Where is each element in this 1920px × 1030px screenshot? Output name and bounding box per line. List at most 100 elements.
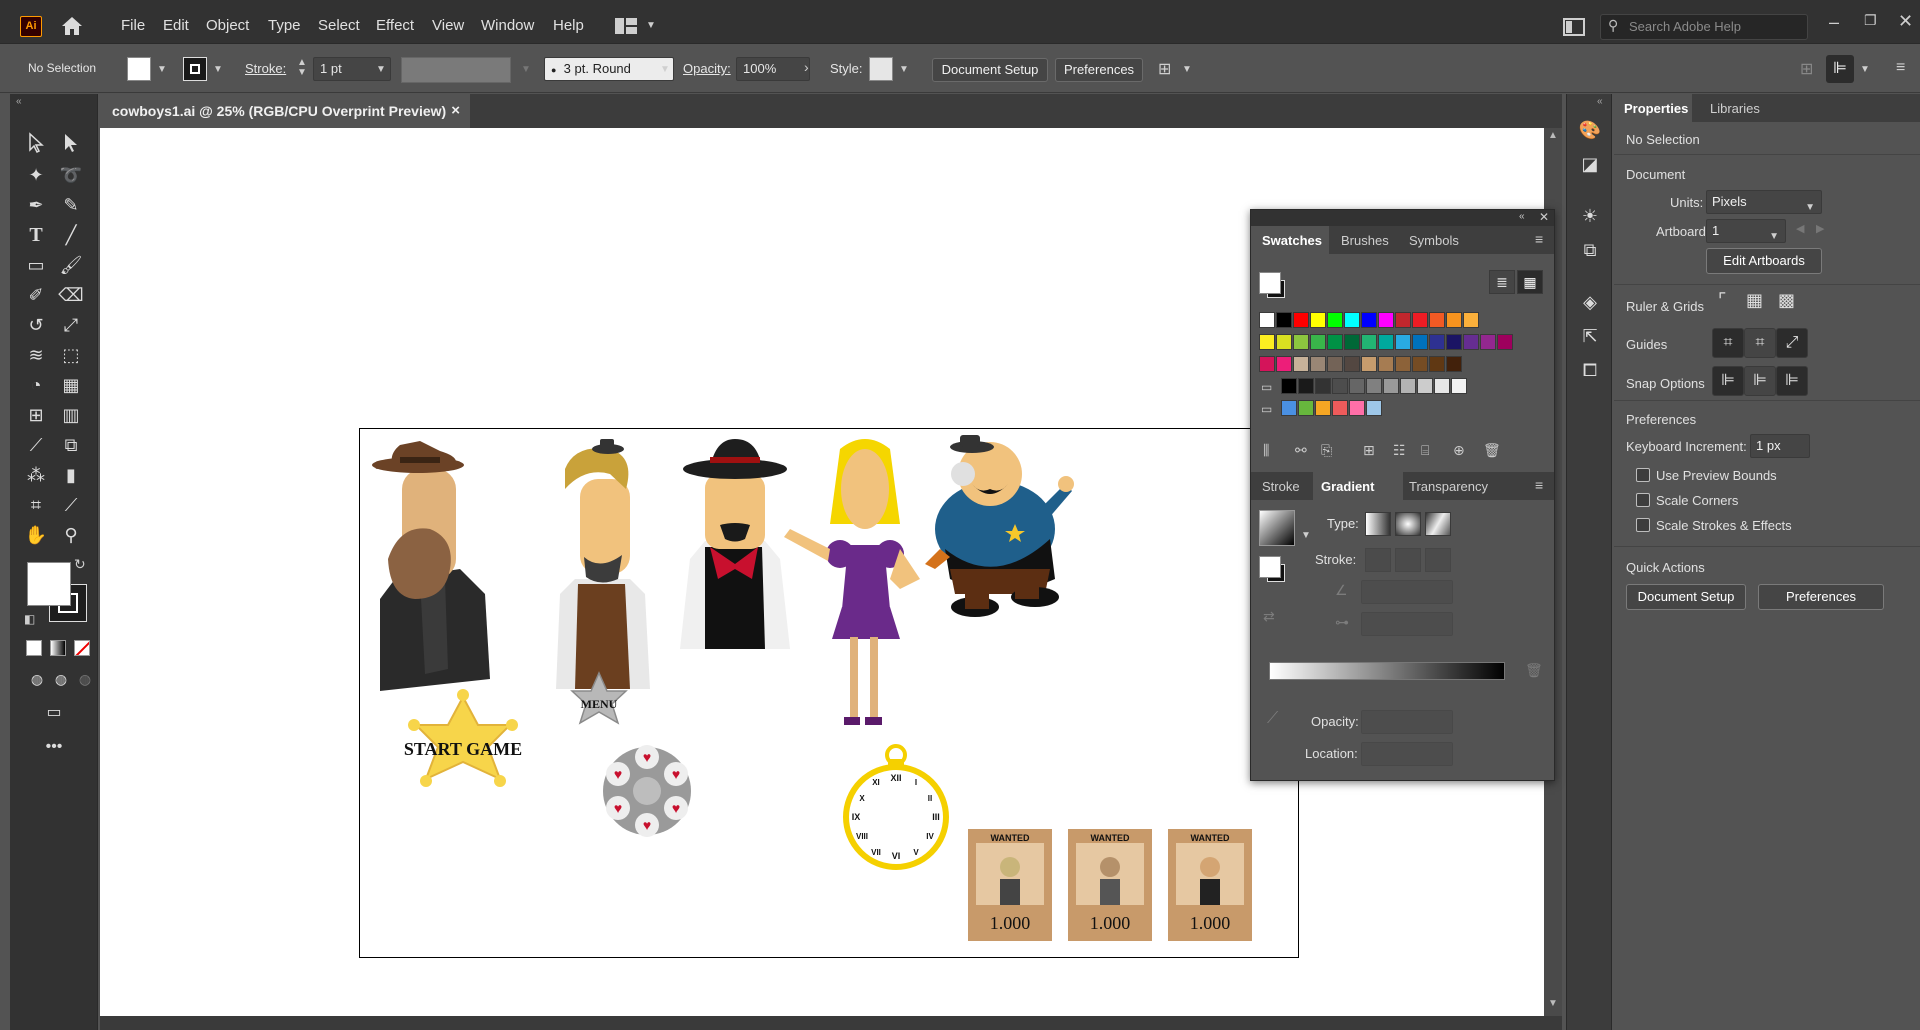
properties-toggle-icon[interactable]: ⊫ [1826,55,1854,83]
swap-colors-icon[interactable]: ↻ [74,556,86,573]
quick-document-setup-button[interactable]: Document Setup [1626,584,1746,610]
export-icon[interactable]: ⇱ [1578,324,1602,348]
scale-tool-icon[interactable]: ⤢ [58,312,84,338]
search-help-input[interactable]: Search Adobe Help [1600,14,1808,40]
collapse-toolbar-icon[interactable]: « [16,96,22,107]
profile-chevron-icon[interactable]: ▼ [521,64,531,75]
swatch[interactable] [1378,334,1394,350]
swatch[interactable] [1344,312,1360,328]
close-tab-icon[interactable]: × [451,94,460,128]
swatch[interactable] [1293,334,1309,350]
swatch[interactable] [1259,334,1275,350]
snap-to-pixel-icon[interactable]: ⊫ [1776,366,1808,396]
tab-transparency[interactable]: Transparency [1409,479,1488,494]
close-panel-icon[interactable]: ✕ [1539,210,1549,224]
slice-tool-icon[interactable]: ⟋ [58,492,84,518]
tab-gradient[interactable]: Gradient [1321,479,1374,494]
aspect-ratio-field[interactable] [1361,612,1453,636]
scale-corners-checkbox[interactable] [1636,493,1650,507]
rulers-icon[interactable]: ⌜ [1718,290,1726,311]
units-select[interactable]: Pixels ▼ [1706,190,1822,214]
swatch[interactable] [1276,334,1292,350]
rotate-tool-icon[interactable]: ↺ [23,312,49,338]
swatch[interactable] [1378,356,1394,372]
tab-properties[interactable]: Properties [1624,101,1688,116]
guides-lock-icon[interactable]: ⌗ [1744,328,1776,358]
use-preview-bounds-checkbox[interactable] [1636,468,1650,482]
align-grid-icon[interactable]: ⊞ [1800,59,1813,79]
swatch[interactable] [1310,334,1326,350]
stroke-within-button[interactable] [1365,548,1391,572]
swatch[interactable] [1349,400,1365,416]
style-chevron-icon[interactable]: ▼ [899,64,909,75]
panel-titlebar[interactable]: « ✕ [1251,210,1554,226]
expand-dock-icon[interactable]: « [1597,96,1603,107]
swatch[interactable] [1344,356,1360,372]
swatch[interactable] [1383,378,1399,394]
angle-field[interactable] [1361,580,1453,604]
opacity-label[interactable]: Opacity: [683,61,731,76]
direct-selection-tool-icon[interactable] [58,132,84,158]
swatch[interactable] [1361,356,1377,372]
reverse-gradient-icon[interactable]: ⇄ [1263,608,1275,625]
swatch[interactable] [1412,356,1428,372]
swatch-options-icon[interactable]: ⎘ [1321,442,1332,459]
more-tools-icon[interactable]: ••• [41,734,67,760]
chevron-right-icon[interactable]: › [804,59,809,75]
close-window-icon[interactable]: ✕ [1898,11,1913,32]
edit-artboards-button[interactable]: Edit Artboards [1706,248,1822,274]
draw-normal-icon[interactable]: ◍ [24,666,50,692]
new-color-group-icon[interactable]: ⊞ [1363,442,1375,459]
swatch[interactable] [1281,400,1297,416]
swatch[interactable] [1293,356,1309,372]
swatch[interactable] [1259,312,1275,328]
stroke-stepper-icon[interactable]: ▲ ▼ [297,58,307,78]
new-swatch-icon[interactable]: ⊕ [1453,442,1465,459]
lasso-tool-icon[interactable]: ➰ [58,162,84,188]
swatch[interactable] [1434,378,1450,394]
warp-tool-icon[interactable]: ≋ [23,342,49,368]
variable-width-profile[interactable] [401,57,511,83]
panel-toggle-icon[interactable] [1563,18,1585,36]
swatch[interactable] [1480,334,1496,350]
color-mode-icon[interactable] [26,640,42,656]
fill-swatch[interactable] [127,57,151,81]
fill-chevron-icon[interactable]: ▼ [157,64,167,75]
grid-icon[interactable]: ▦ [1746,290,1763,311]
swatch[interactable] [1395,334,1411,350]
tab-swatches[interactable]: Swatches [1262,233,1322,248]
swatch[interactable] [1327,312,1343,328]
gradient-location-field[interactable] [1361,742,1453,766]
curvature-tool-icon[interactable]: ✎ [58,192,84,218]
artboard-tool-icon[interactable]: ⌗ [23,492,49,518]
zoom-tool-icon[interactable]: ⚲ [58,522,84,548]
arrange-chevron-icon[interactable]: ▼ [1182,64,1192,75]
freeform-gradient-button[interactable] [1425,512,1451,536]
swatch[interactable] [1361,312,1377,328]
preferences-button[interactable]: Preferences [1055,58,1143,82]
color-group-folder-icon[interactable]: ▭ [1261,380,1272,394]
tab-brushes[interactable]: Brushes [1341,233,1389,248]
brush-definition-field[interactable]: ● 3 pt. Round [544,57,674,81]
swatch[interactable] [1310,312,1326,328]
stroke-chevron-icon[interactable]: ▼ [213,64,223,75]
list-view-icon[interactable]: ≣ [1489,270,1515,294]
delete-stop-icon[interactable]: 🗑 [1525,662,1543,679]
swatch[interactable] [1276,312,1292,328]
appearance-icon[interactable]: ☀ [1578,204,1602,228]
stroke-weight-chevron-icon[interactable]: ▼ [376,64,386,75]
shape-builder-tool-icon[interactable]: ◔ [23,372,49,398]
swatch[interactable] [1429,312,1445,328]
swatch[interactable] [1412,312,1428,328]
swatch[interactable] [1446,356,1462,372]
menu-edit[interactable]: Edit [163,17,189,34]
swatch-fill-front[interactable] [1259,272,1281,294]
gradient-tool-icon[interactable]: ▥ [58,402,84,428]
gradient-mode-icon[interactable] [50,640,66,656]
document-tab[interactable]: cowboys1.ai @ 25% (RGB/CPU Overprint Pre… [100,94,470,128]
perspective-grid-tool-icon[interactable]: ▦ [58,372,84,398]
style-swatch[interactable] [869,57,893,81]
workspace-switcher-icon[interactable] [615,18,637,34]
type-tool-icon[interactable]: T [23,222,49,248]
menu-effect[interactable]: Effect [376,17,414,34]
